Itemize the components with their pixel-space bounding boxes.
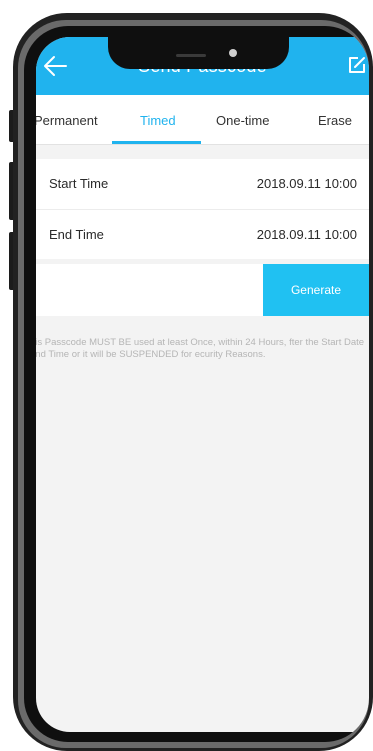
speaker-grille [176,54,206,57]
start-time-row[interactable]: Start Time 2018.09.11 10:00 [36,159,369,209]
end-time-value[interactable]: 2018.09.11 10:00 [257,227,357,242]
camera-icon [229,49,237,57]
edit-icon[interactable] [347,55,367,75]
phone-notch [108,37,289,69]
tab-erase[interactable]: Erase [318,113,352,128]
tab-permanent[interactable]: Permanent [36,113,98,128]
passcode-type-tabs: Permanent Timed One-time Erase [36,95,369,145]
end-time-label: End Time [49,227,104,242]
generate-button[interactable]: Generate [263,264,369,316]
active-tab-indicator [112,141,201,144]
tab-timed[interactable]: Timed [140,113,176,128]
end-time-row[interactable]: End Time 2018.09.11 10:00 [36,209,369,259]
tab-one-time[interactable]: One-time [216,113,269,128]
passcode-notice: his Passcode MUST BE used at least Once,… [36,337,365,360]
start-time-value[interactable]: 2018.09.11 10:00 [257,176,357,191]
app-screen: Send Passcode Permanent Timed One-time E… [36,37,369,732]
generate-row: Generate [36,264,369,316]
start-time-label: Start Time [49,176,109,191]
phone-screen: Send Passcode Permanent Timed One-time E… [24,26,369,742]
